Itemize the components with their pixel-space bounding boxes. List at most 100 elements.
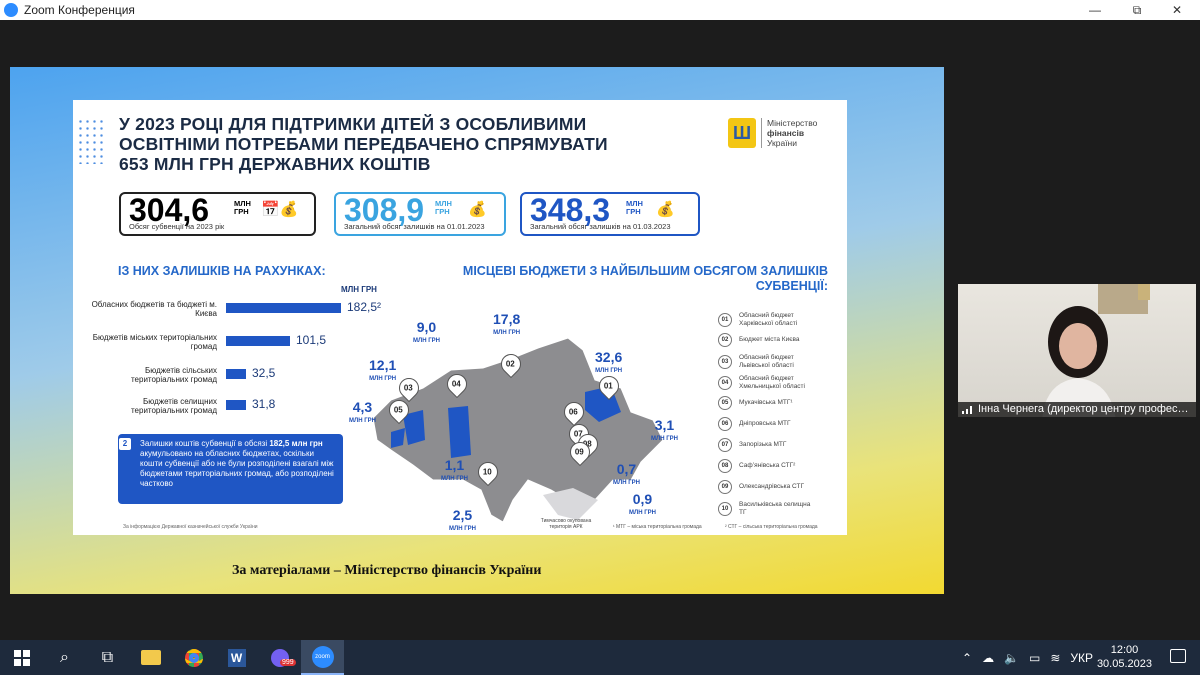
legend-text: Запорізька МТГ [739,441,787,448]
windows-taskbar: ⌕ ⧉ W 999 zoom ⌃ ☁ 🔈 ▭ ≋ УКР 12:00 30.05… [0,640,1200,675]
bar-value-label: 31,8 [252,397,276,411]
notifications-icon[interactable] [1170,649,1186,663]
minimize-button[interactable]: — [1072,0,1118,20]
bar-label: Обласних бюджетів та бюджеті м. Києва [91,300,217,318]
legend-pin-icon: 09 [718,480,732,494]
bar-label: Бюджетів селищних територіальних громад [130,397,217,415]
legend-pin-icon: 01 [718,313,732,327]
legend-item: 10 Васильківська селищна ТГ [718,501,819,517]
note-badge: 2 [119,438,131,450]
onedrive-icon[interactable]: ☁ [982,651,994,665]
legend-text: Обласний бюджет Львівської області [739,354,794,369]
money-bag-icon: 💰 [656,201,675,218]
bar [226,400,246,410]
calendar-money-icon: 📅💰 [261,201,299,218]
legend-item: 08 Сафʼянівська СТГ² [718,459,819,473]
participant-name: Інна Чернега (директор центру профес… [958,402,1196,417]
legend-pin-icon: 06 [718,417,732,431]
signal-bars-icon [962,406,972,414]
windows-logo-icon [13,649,30,666]
bar-value-label: 32,5 [252,366,276,380]
clock-date: 30.05.2023 [1096,658,1152,670]
chevron-up-icon[interactable]: ⌃ [962,651,972,665]
map-value: 17,8 МЛН ГРН [493,311,521,336]
stat-card-subvention: 304,6 МЛН ГРН 📅💰 Обсяг субвенції на 2023 … [119,192,316,236]
window-titlebar: Zoom Конференция — ⧉ ✕ [0,0,1200,20]
search-icon[interactable]: ⌕ [43,640,86,675]
legend-pin-icon: 10 [718,502,732,516]
viber-icon[interactable]: 999 [258,640,301,675]
legend-item: 03 Обласний бюджет Львівської області [718,354,819,370]
logo-line: фінансів [767,128,805,138]
legend-text: Обласний бюджет Харківської області [739,312,798,327]
legend-pin-icon: 02 [718,333,732,347]
legend-item: 05 Мукачівська МТГ¹ [718,396,819,410]
shared-screen: У 2023 РОЦІ ДЛЯ ПІДТРИМКИ ДІТЕЙ З ОСОБЛИ… [10,67,944,594]
start-button[interactable] [0,640,43,675]
map-value: 3,1 МЛН ГРН [651,417,678,442]
legend-text: Мукачівська МТГ¹ [739,399,793,406]
slide-caption: За матеріалами – Міністерство фінансів У… [232,563,542,578]
legend-text: Обласний бюджет Хмельницької області [739,375,805,390]
legend-item: 04 Обласний бюджет Хмельницької області [718,375,819,391]
zoom-icon: zoom [311,645,334,668]
battery-icon[interactable]: ▭ [1029,651,1040,665]
legend-pin-icon: 03 [718,355,732,369]
task-view-icon[interactable]: ⧉ [86,640,129,675]
presentation-slide: У 2023 РОЦІ ДЛЯ ПІДТРИМКИ ДІТЕЙ З ОСОБЛИ… [73,100,847,535]
clock-time: 12:00 [1110,644,1139,656]
stat-label: Обсяг субвенції на 2023 рік [129,222,225,231]
wall-frame [1138,284,1150,300]
map-value: 32,6 МЛН ГРН [595,349,623,374]
language-indicator[interactable]: УКР [1070,651,1093,665]
balances-heading: ІЗ НИХ ЗАЛИШКІВ НА РАХУНКАХ: [118,264,326,278]
file-explorer-icon[interactable] [129,640,172,675]
zoom-taskbar-button[interactable]: zoom [301,640,344,675]
stat-label: Загальний обсяг залишків на 01.03.2023 [530,222,671,231]
legend-item: 09 Олександрівська СТГ [718,480,819,494]
system-tray: ⌃ ☁ 🔈 ▭ ≋ УКР [962,640,1093,675]
bar-value-label: 182,5² [347,300,382,314]
legend-pin-icon: 05 [718,396,732,410]
window-title: Zoom Конференция [24,3,135,17]
map-value: 4,3 МЛН ГРН [349,399,376,424]
map-value: 0,9 МЛН ГРН [629,491,656,516]
legend-item: 01 Обласний бюджет Харківської області [718,312,819,328]
bar [226,369,246,379]
stat-unit: МЛН ГРН [435,199,452,216]
logo-line: України [767,138,797,148]
stat-unit: МЛН ГРН [234,199,251,216]
volume-icon[interactable]: 🔈 [1004,651,1019,665]
close-button[interactable]: ✕ [1154,0,1200,20]
bar-label: Бюджетів сільських територіальних громад [130,366,217,384]
legend-item: 06 Дніпровська МТГ [718,417,819,431]
map-value: 2,5 МЛН ГРН [449,507,476,532]
trident-emblem-icon: Ш [728,118,756,148]
chrome-icon[interactable] [172,640,215,675]
legend-pin-icon: 04 [718,376,732,390]
crimea-label: Тимчасово окупована територія АРК [540,518,592,530]
word-icon[interactable]: W [215,640,258,675]
participant-avatar [1042,306,1116,417]
info-note: Залишки коштів субвенції в обсязі 182,5 … [118,434,343,504]
clock[interactable]: 12:00 30.05.2023 [1097,643,1152,671]
footnote-1: ¹ МТГ – міська територіальна громада [613,524,702,530]
participant-video-tile[interactable]: Інна Чернега (директор центру профес… [958,284,1196,417]
map-value: 1,1 МЛН ГРН [441,457,468,482]
wifi-icon[interactable]: ≋ [1050,651,1060,665]
bar-label: Бюджетів міських територіальних громад [92,333,217,351]
decorative-dots [77,118,105,164]
headline-line: 653 МЛН ГРН ДЕРЖАВНИХ КОШТІВ [119,154,431,174]
ministry-logo: Ш Міністерство фінансів України [728,114,838,152]
legend-text: Дніпровська МТГ [739,420,791,427]
bar-value-label: 101,5 [296,333,327,347]
map-heading: МІСЦЕВІ БЮДЖЕТИ З НАЙБІЛЬШИМ ОБСЯГОМ ЗАЛ… [462,264,828,293]
logo-line: Міністерство [767,118,818,128]
legend-pin-icon: 07 [718,438,732,452]
headline-line: ОСВІТНІМИ ПОТРЕБАМИ ПЕРЕДБАЧЕНО СПРЯМУВА… [119,134,608,154]
map-value: 0,7 МЛН ГРН [613,461,640,486]
viber-badge: 999 [280,659,296,666]
zoom-app-icon [4,3,18,17]
legend-item: 07 Запорізька МТГ [718,438,819,452]
stat-card-balance-mar: 348,3 МЛН ГРН 💰 Загальний обсяг залишків … [520,192,700,236]
